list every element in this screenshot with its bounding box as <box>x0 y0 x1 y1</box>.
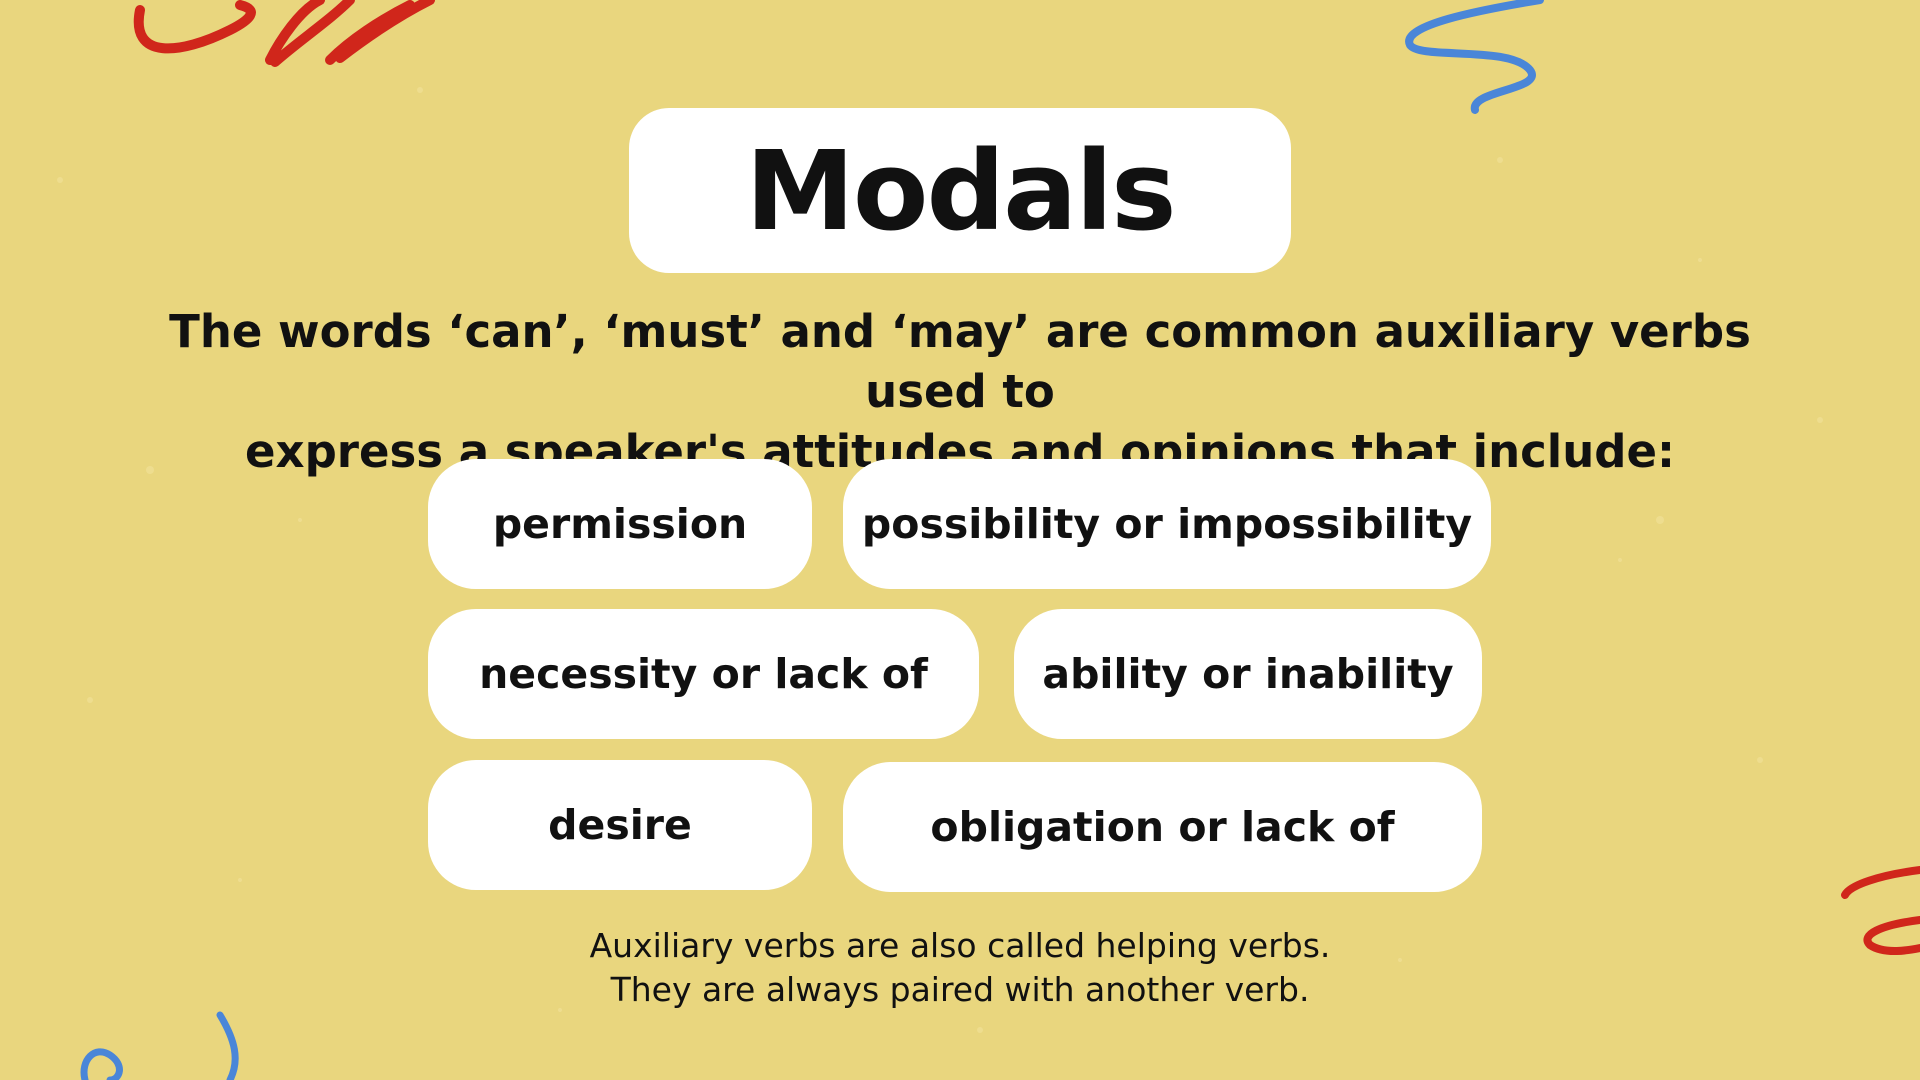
red-scribble-top-left <box>133 0 435 67</box>
category-pill-necessity: necessity or lack of <box>428 609 979 739</box>
intro-line-1: The words ‘can’, ‘must’ and ‘may’ are co… <box>169 305 1751 418</box>
blue-scribble-bottom-left <box>80 1011 239 1080</box>
footnote: Auxiliary verbs are also called helping … <box>460 924 1460 1012</box>
title-card: Modals <box>629 108 1291 273</box>
red-scribble-right <box>1841 866 1920 955</box>
intro-text: The words ‘can’, ‘must’ and ‘may’ are co… <box>120 302 1800 482</box>
category-pill-desire: desire <box>428 760 812 890</box>
footnote-line-2: They are always paired with another verb… <box>610 970 1310 1009</box>
category-pill-possibility: possibility or impossibility <box>843 459 1491 589</box>
page-title: Modals <box>745 126 1176 255</box>
category-pill-ability: ability or inability <box>1014 609 1482 739</box>
category-pill-obligation: obligation or lack of <box>843 762 1482 892</box>
category-pill-permission: permission <box>428 459 812 589</box>
footnote-line-1: Auxiliary verbs are also called helping … <box>589 926 1331 965</box>
blue-scribble-top-right <box>1405 0 1544 114</box>
